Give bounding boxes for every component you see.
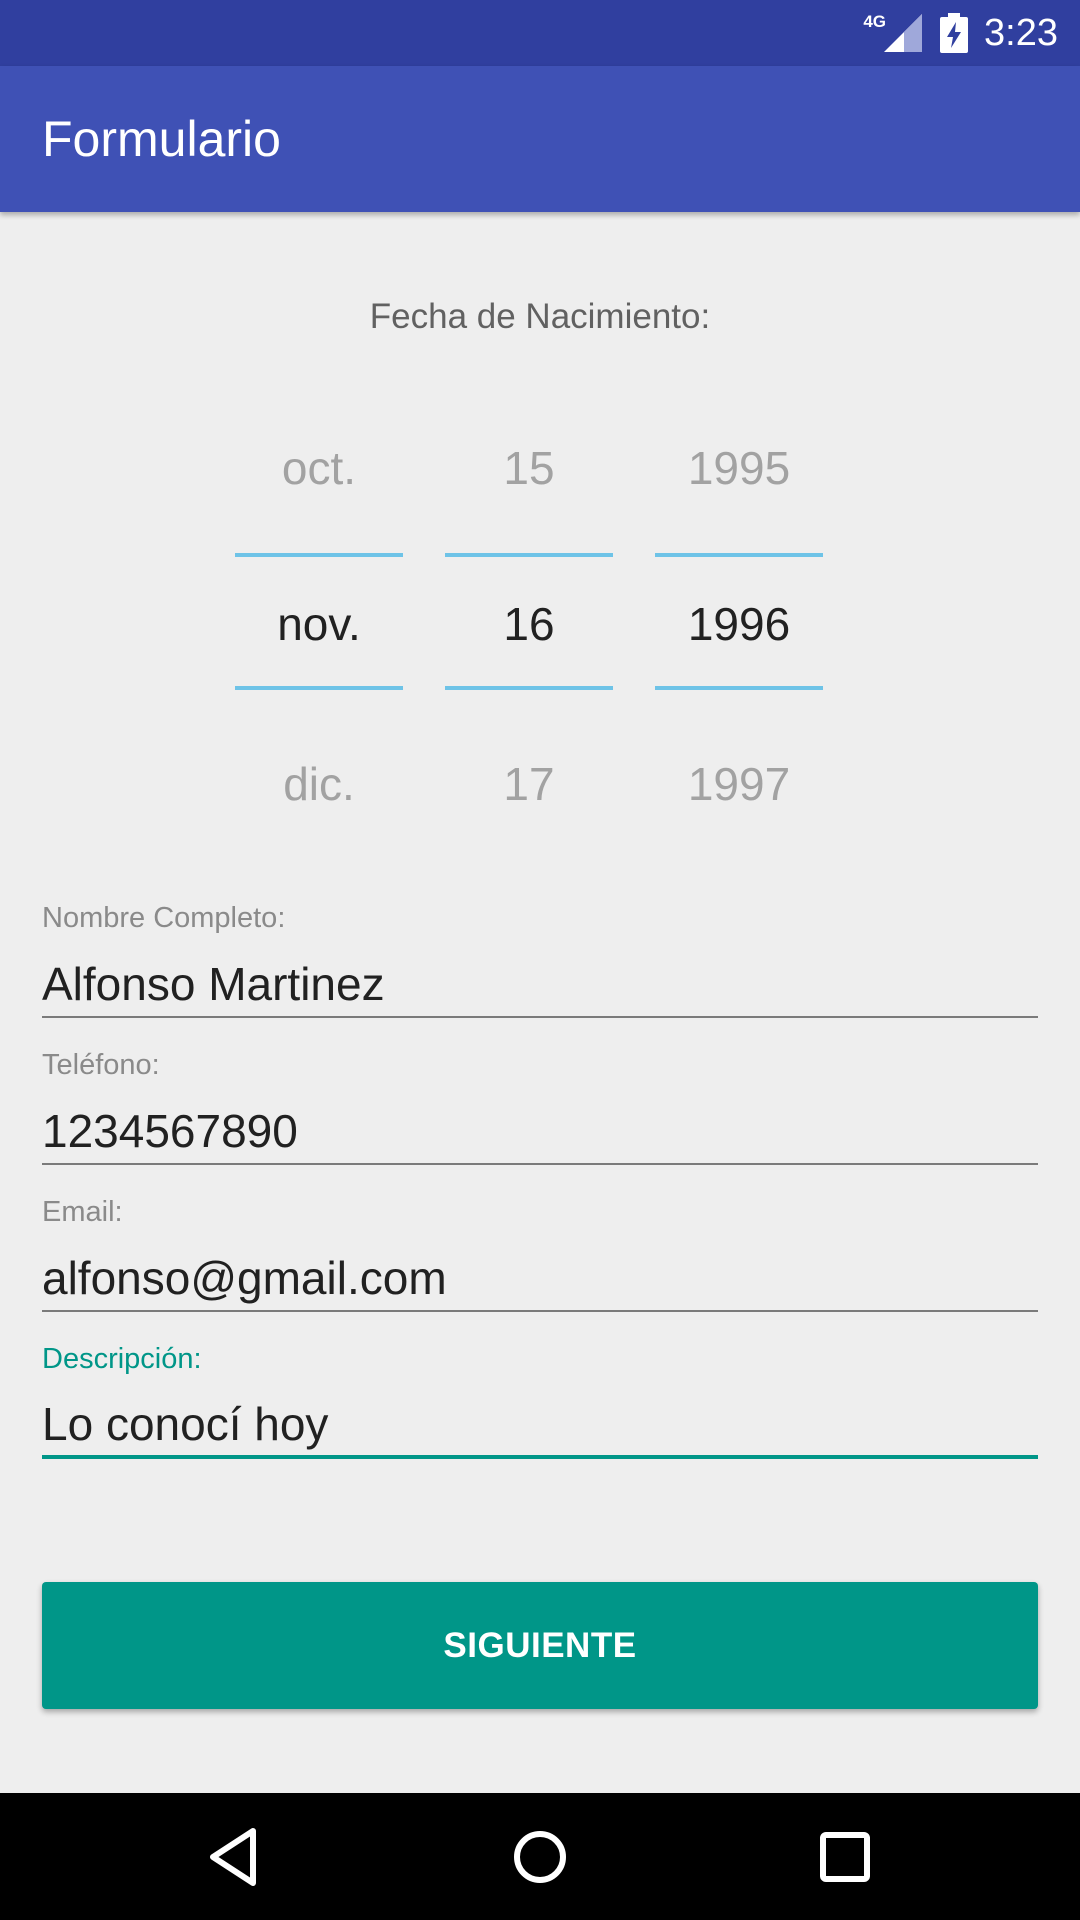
day-prev[interactable]: 15 <box>445 442 613 494</box>
battery-charging-icon <box>940 13 968 53</box>
next-button[interactable]: SIGUIENTE <box>42 1582 1038 1709</box>
picker-divider <box>445 553 613 557</box>
name-input[interactable] <box>42 952 1038 1018</box>
status-time: 3:23 <box>984 12 1058 54</box>
picker-divider <box>655 686 823 690</box>
picker-divider <box>235 686 403 690</box>
month-selected[interactable]: nov. <box>235 598 403 650</box>
app-bar: Formulario <box>0 66 1080 212</box>
month-picker[interactable]: oct. nov. dic. <box>235 420 403 820</box>
recents-icon[interactable] <box>811 1823 879 1891</box>
day-next[interactable]: 17 <box>445 758 613 810</box>
birth-date-label: Fecha de Nacimiento: <box>369 297 711 336</box>
status-bar: 4G 3:23 <box>0 0 1080 66</box>
month-prev[interactable]: oct. <box>235 442 403 494</box>
email-input[interactable] <box>42 1246 1038 1312</box>
year-selected[interactable]: 1996 <box>655 598 823 650</box>
year-picker[interactable]: 1995 1996 1997 <box>655 420 823 820</box>
description-field-group: Descripción: <box>42 1341 1038 1481</box>
app-title: Formulario <box>42 111 281 167</box>
day-picker[interactable]: 15 16 17 <box>445 420 613 820</box>
email-field-group: Email: <box>42 1194 1038 1334</box>
description-input[interactable] <box>42 1393 1038 1459</box>
month-next[interactable]: dic. <box>235 758 403 810</box>
picker-divider <box>445 686 613 690</box>
navigation-bar <box>0 1793 1080 1920</box>
picker-divider <box>235 553 403 557</box>
email-label: Email: <box>42 1196 123 1228</box>
day-selected[interactable]: 16 <box>445 598 613 650</box>
phone-field-group: Teléfono: <box>42 1047 1038 1187</box>
back-icon[interactable] <box>201 1823 269 1891</box>
year-next[interactable]: 1997 <box>655 758 823 810</box>
year-prev[interactable]: 1995 <box>655 442 823 494</box>
home-icon[interactable] <box>506 1823 574 1891</box>
signal-icon <box>884 14 922 52</box>
phone-input[interactable] <box>42 1099 1038 1165</box>
name-label: Nombre Completo: <box>42 902 286 934</box>
picker-divider <box>655 553 823 557</box>
name-field-group: Nombre Completo: <box>42 900 1038 1040</box>
phone-label: Teléfono: <box>42 1049 160 1081</box>
description-label: Descripción: <box>42 1343 202 1375</box>
